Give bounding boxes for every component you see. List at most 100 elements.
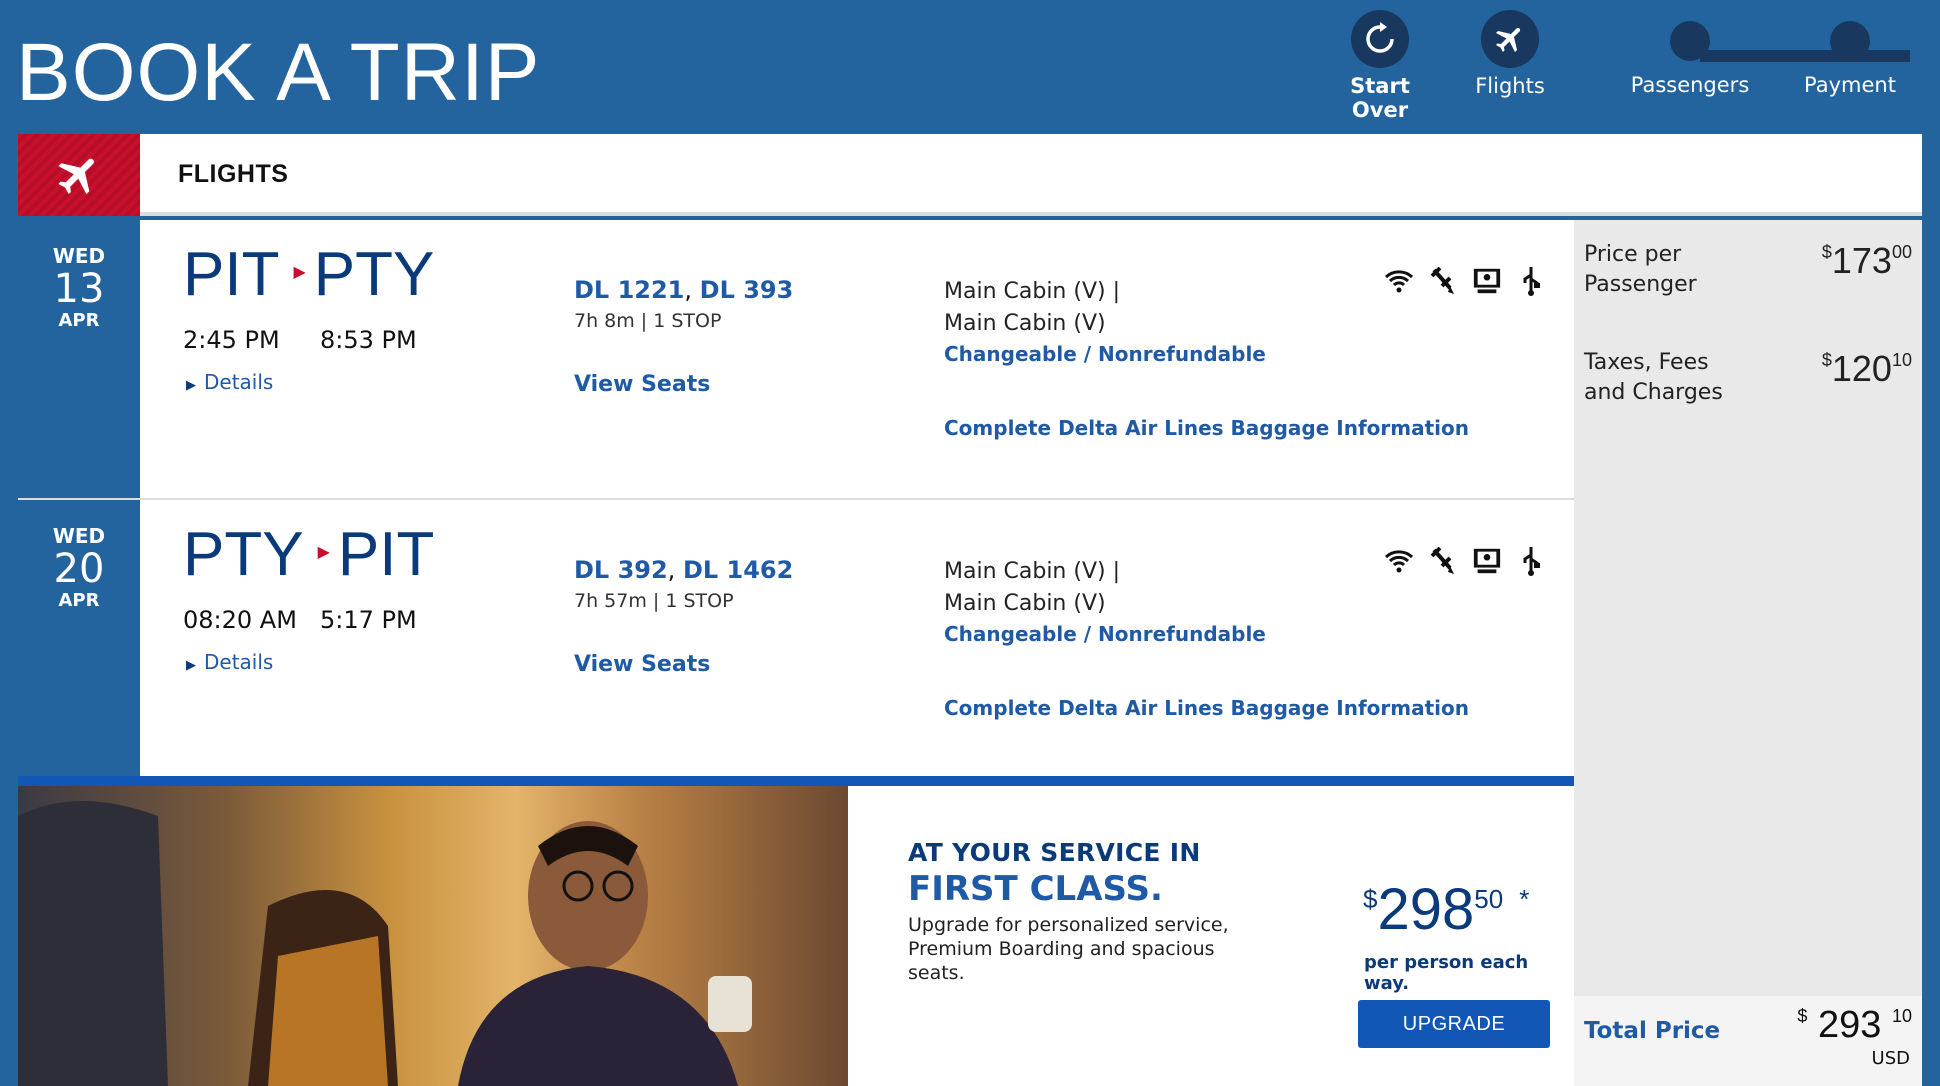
promo-kicker: AT YOUR SERVICE IN [908,838,1201,867]
cabin-class: Main Cabin (V) | [944,559,1120,584]
amenities [1384,266,1546,296]
date-weekday: WED [52,244,106,268]
asterisk: * [1519,884,1530,914]
cabin-info: Main Cabin (V) | Main Cabin (V) [944,276,1120,340]
baggage-info-link[interactable]: Complete Delta Air Lines Baggage Informa… [944,416,1469,440]
step-flights-label: Flights [1475,74,1545,98]
flight-numbers: DL 1221, DL 393 [574,276,794,304]
view-seats-link[interactable]: View Seats [574,372,710,397]
first-class-photo [18,786,848,1086]
total-whole: 293 [1818,1004,1882,1046]
cabin-info: Main Cabin (V) | Main Cabin (V) [944,556,1120,620]
step-dot [1670,21,1710,61]
flight-segment: WED 13 APR PIT ▶ PTY 2:45 PM 8:53 PM ▶ De… [18,220,1574,498]
usb-icon [1516,266,1546,296]
step-passengers-label: Passengers [1630,73,1750,97]
price-label: Price per [1584,242,1682,267]
flights-header: FLIGHTS [18,134,1922,216]
trip-panel: FLIGHTS WED 13 APR PIT ▶ PTY 2:45 PM 8:5… [18,134,1940,1086]
currency-symbol: $ [1821,242,1832,262]
satellite-icon [1428,266,1458,296]
upgrade-price-whole: 298 [1377,877,1475,942]
booking-progress: Start Over Flights Passengers Payment [1300,10,1940,122]
depart-time: 08:20 AM [183,606,297,634]
start-over-label: Start Over [1350,74,1410,122]
price-cents: 10 [1891,350,1912,370]
currency-symbol: $ [1797,1006,1808,1026]
upgrade-button[interactable]: UPGRADE [1358,1000,1550,1048]
airplane-icon [18,134,140,216]
upgrade-price-cents: 50 [1474,884,1504,914]
destination-airport: PIT [337,520,435,589]
upgrade-price: $29850 * [1363,876,1529,943]
usb-icon [1516,546,1546,576]
price-summary: Price per Passenger $17300 Taxes, Fees and… [1574,220,1922,1086]
destination-airport: PTY [313,240,435,309]
airplane-icon [1481,10,1539,68]
upgrade-promo: AT YOUR SERVICE IN FIRST CLASS. Upgrade … [18,776,1574,1086]
price-whole: 173 [1831,240,1892,281]
total-price-label: Total Price [1584,1018,1721,1044]
baggage-info-link[interactable]: Complete Delta Air Lines Baggage Informa… [944,696,1469,720]
flight-number-link[interactable]: DL 392 [574,556,668,584]
date-day: 20 [53,546,105,592]
flights-section-title: FLIGHTS [178,160,289,188]
step-passengers: Passengers [1630,10,1750,97]
total-price: Total Price $ 293 10 USD [1574,996,1922,1086]
segment-date: WED 20 APR [18,500,140,776]
wifi-icon [1384,546,1414,576]
upgrade-price-note: per person each way. [1364,952,1529,994]
flight-duration: 7h 57m | 1 STOP [574,590,734,612]
currency-code: USD [1871,1048,1910,1069]
wifi-icon [1384,266,1414,296]
step-dot [1830,21,1870,61]
segment-date: WED 13 APR [18,220,140,498]
promo-description: Upgrade for personalized service, Premiu… [908,914,1229,984]
flight-number-link[interactable]: DL 393 [700,276,794,304]
date-weekday: WED [52,524,106,548]
price-label: Taxes, Fees [1584,350,1709,375]
arrive-time: 5:17 PM [320,606,417,634]
fare-rules-link[interactable]: Changeable / Nonrefundable [944,342,1266,366]
cabin-class: Main Cabin (V) [944,591,1106,616]
arrive-time: 8:53 PM [320,326,417,354]
refresh-icon [1351,10,1409,68]
currency-symbol: $ [1821,350,1832,370]
details-toggle[interactable]: ▶ Details [186,650,273,674]
flight-numbers: DL 392, DL 1462 [574,556,794,584]
route: PIT ▶ PTY 2:45 PM 8:53 PM [183,240,435,355]
promo-headline: FIRST CLASS. [908,869,1163,909]
route: PTY ▶ PIT 08:20 AM 5:17 PM [183,520,435,635]
price-label: Passenger [1584,272,1697,297]
details-toggle[interactable]: ▶ Details [186,370,273,394]
total-cents: 10 [1891,1006,1912,1026]
view-seats-link[interactable]: View Seats [574,652,710,677]
expand-triangle-icon: ▶ [186,658,196,673]
price-whole: 120 [1831,348,1892,389]
price-per-passenger: Price per Passenger $17300 [1584,240,1912,300]
taxes-fees: Taxes, Fees and Charges $12010 [1584,348,1912,408]
flight-duration: 7h 8m | 1 STOP [574,310,722,332]
expand-triangle-icon: ▶ [186,378,196,393]
page-title: BOOK A TRIP [16,27,541,118]
fare-rules-link[interactable]: Changeable / Nonrefundable [944,622,1266,646]
step-payment: Payment [1790,10,1910,97]
step-payment-label: Payment [1804,73,1896,97]
flight-segment: WED 20 APR PTY ▶ PIT 08:20 AM 5:17 PM ▶ D… [18,498,1574,776]
satellite-icon [1428,546,1458,576]
flight-number-link[interactable]: DL 1462 [683,556,793,584]
start-over-button[interactable]: Start Over [1320,10,1440,122]
step-flights: Flights [1460,10,1560,98]
video-screen-icon [1472,546,1502,576]
cabin-class: Main Cabin (V) | [944,279,1120,304]
video-screen-icon [1472,266,1502,296]
route-arrow-icon: ▶ [317,544,330,561]
depart-time: 2:45 PM [183,326,280,354]
origin-airport: PTY [183,520,304,589]
amenities [1384,546,1546,576]
details-label: Details [204,370,274,394]
date-day: 13 [53,266,105,312]
currency-symbol: $ [1363,884,1378,914]
flight-number-link[interactable]: DL 1221 [574,276,684,304]
date-month: APR [58,310,100,331]
